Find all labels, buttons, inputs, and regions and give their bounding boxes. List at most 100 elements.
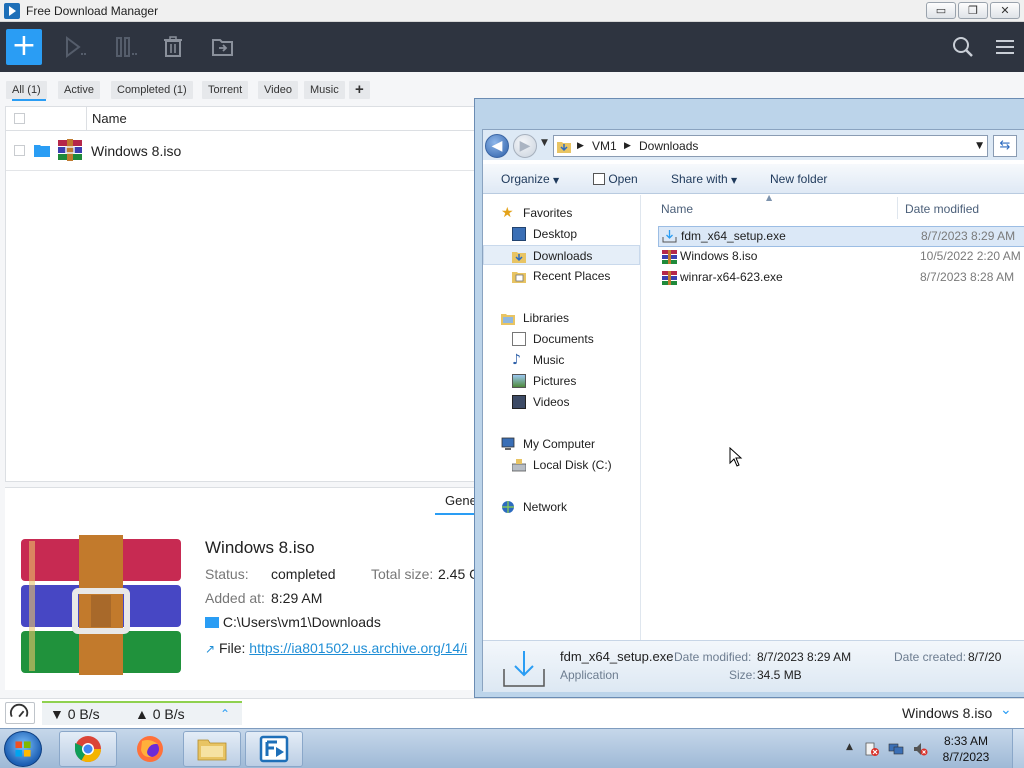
clock[interactable]: 8:33 AM 8/7/2023	[936, 733, 996, 765]
status-label: Status:	[205, 566, 249, 582]
total-size-label: Total size:	[371, 566, 434, 582]
resume-icon[interactable]	[62, 34, 88, 60]
forward-button[interactable]: ▶	[513, 134, 537, 158]
address-bar[interactable]: ▶ VM1 ▶ Downloads ▼	[553, 135, 988, 157]
fdm-logo-icon	[4, 2, 20, 19]
nav-network[interactable]: Network	[483, 497, 640, 517]
add-download-button[interactable]: +	[6, 29, 42, 65]
breadcrumb-vm1[interactable]: VM1	[592, 136, 617, 156]
start-button[interactable]	[4, 731, 42, 767]
winrar-large-icon	[19, 535, 183, 675]
filter-active[interactable]: Active	[58, 81, 100, 99]
taskbar-fdm[interactable]	[245, 731, 303, 767]
filter-torrent[interactable]: Torrent	[202, 81, 249, 99]
file-label: File:	[218, 640, 246, 656]
date-modified-value: 8/7/2023 8:29 AM	[757, 650, 852, 664]
network-status-icon[interactable]	[888, 741, 904, 757]
open-button[interactable]: Open	[593, 172, 638, 186]
column-name[interactable]: Name	[86, 107, 127, 131]
folder-icon[interactable]	[34, 143, 50, 157]
star-icon: ★	[501, 205, 514, 221]
selected-file-type: Application	[560, 668, 619, 682]
nav-videos[interactable]: Videos	[483, 392, 640, 412]
breadcrumb-downloads[interactable]: Downloads	[639, 136, 698, 156]
network-icon	[501, 500, 515, 514]
filter-music[interactable]: Music	[304, 81, 345, 99]
close-button[interactable]: ✕	[990, 2, 1020, 19]
back-button[interactable]: ◀	[485, 134, 509, 158]
taskbar-explorer[interactable]	[183, 731, 241, 767]
speed-indicator[interactable]: ▼ 0 B/s ▲ 0 B/s ⌃	[42, 701, 242, 725]
file-row[interactable]: winrar-x64-623.exe 8/7/2023 8:28 AM	[658, 268, 1024, 289]
table-row[interactable]: Windows 8.iso	[6, 131, 474, 171]
refresh-icon[interactable]: ⇆	[993, 135, 1017, 157]
nav-music[interactable]: ♪ Music	[483, 350, 640, 370]
delete-icon[interactable]	[160, 34, 186, 60]
fdm-status-bar: ▼ 0 B/s ▲ 0 B/s ⌃ Windows 8.iso ⌄	[0, 698, 1024, 728]
firefox-icon	[136, 735, 164, 763]
menu-icon[interactable]	[992, 34, 1018, 60]
share-with-button[interactable]: Share with ▼	[671, 172, 737, 186]
new-folder-button[interactable]: New folder	[770, 172, 827, 186]
breadcrumb-separator-icon[interactable]: ▶	[624, 136, 631, 156]
size-label: Size:	[729, 668, 756, 682]
filter-bar: All (1) Active Completed (1) Torrent Vid…	[0, 72, 475, 106]
recent-pages-dropdown-icon[interactable]: ▼	[541, 138, 548, 148]
speed-mode-icon[interactable]	[5, 702, 35, 724]
add-filter-button[interactable]: +	[349, 81, 370, 99]
folder-path[interactable]: C:\Users\vm1\Downloads	[223, 614, 381, 630]
nav-recent-places[interactable]: Recent Places	[483, 266, 640, 286]
search-icon[interactable]	[950, 34, 976, 60]
nav-desktop[interactable]: Desktop	[483, 224, 640, 244]
winrar-icon	[662, 271, 677, 285]
file-date: 8/7/2023 8:28 AM	[920, 270, 1015, 284]
action-center-icon[interactable]	[864, 741, 880, 757]
filter-completed[interactable]: Completed (1)	[111, 81, 193, 99]
volume-muted-icon[interactable]	[912, 741, 928, 757]
mouse-cursor-icon	[729, 446, 743, 467]
column-name[interactable]: Name	[661, 202, 693, 216]
chevron-up-icon[interactable]: ⌃	[220, 703, 230, 725]
restore-button[interactable]: ❐	[958, 2, 988, 19]
nav-local-disk[interactable]: Local Disk (C:)	[483, 455, 640, 475]
file-row[interactable]: fdm_x64_setup.exe 8/7/2023 8:29 AM	[658, 226, 1024, 247]
filter-video[interactable]: Video	[258, 81, 298, 99]
taskbar-firefox[interactable]	[121, 731, 179, 767]
explorer-window: ◀ ▶ ▼ ▶ VM1 ▶ Downloads ▼ ⇆ Organize ▼ O…	[474, 98, 1024, 698]
explorer-icon	[197, 737, 227, 761]
file-row[interactable]: Windows 8.iso 10/5/2022 2:20 AM	[658, 247, 1024, 268]
list-header: Name	[6, 107, 474, 131]
nav-favorites[interactable]: ★ Favorites	[483, 203, 640, 223]
folder-icon[interactable]	[205, 617, 219, 628]
nav-my-computer[interactable]: My Computer	[483, 434, 640, 454]
fdm-titlebar: Free Download Manager ▭ ❐ ✕	[0, 0, 1024, 22]
clock-date: 8/7/2023	[942, 750, 990, 764]
clock-time: 8:33 AM	[943, 734, 989, 748]
column-date-modified[interactable]: Date modified	[905, 202, 979, 216]
chevron-down-icon[interactable]: ⌄	[1000, 702, 1012, 718]
taskbar-chrome[interactable]	[59, 731, 117, 767]
selected-file-name: fdm_x64_setup.exe	[560, 649, 674, 664]
show-hidden-icons-icon[interactable]: ▲	[846, 742, 853, 752]
nav-pictures[interactable]: Pictures	[483, 371, 640, 391]
move-to-folder-icon[interactable]	[210, 34, 236, 60]
file-source-link[interactable]: https://ia801502.us.archive.org/14/i	[249, 640, 467, 656]
nav-libraries[interactable]: Libraries	[483, 308, 640, 328]
minimize-button[interactable]: ▭	[926, 2, 956, 19]
date-created-label: Date created:	[894, 650, 967, 664]
show-desktop-button[interactable]	[1012, 729, 1024, 768]
nav-downloads[interactable]: Downloads	[483, 245, 640, 265]
winrar-icon	[662, 250, 677, 264]
organize-button[interactable]: Organize ▼	[501, 172, 559, 186]
filter-all[interactable]: All (1)	[6, 81, 47, 99]
breadcrumb-separator-icon[interactable]: ▶	[577, 136, 584, 156]
pause-icon[interactable]	[112, 34, 138, 60]
nav-documents[interactable]: Documents	[483, 329, 640, 349]
row-checkbox[interactable]	[14, 145, 25, 156]
added-value: 8:29 AM	[271, 590, 323, 606]
address-dropdown-icon[interactable]: ▼	[976, 136, 983, 156]
file-name: winrar-x64-623.exe	[680, 270, 783, 284]
external-link-icon: ↗	[205, 642, 216, 656]
date-created-value: 8/7/20	[968, 650, 1002, 664]
select-all-checkbox[interactable]	[14, 113, 25, 124]
